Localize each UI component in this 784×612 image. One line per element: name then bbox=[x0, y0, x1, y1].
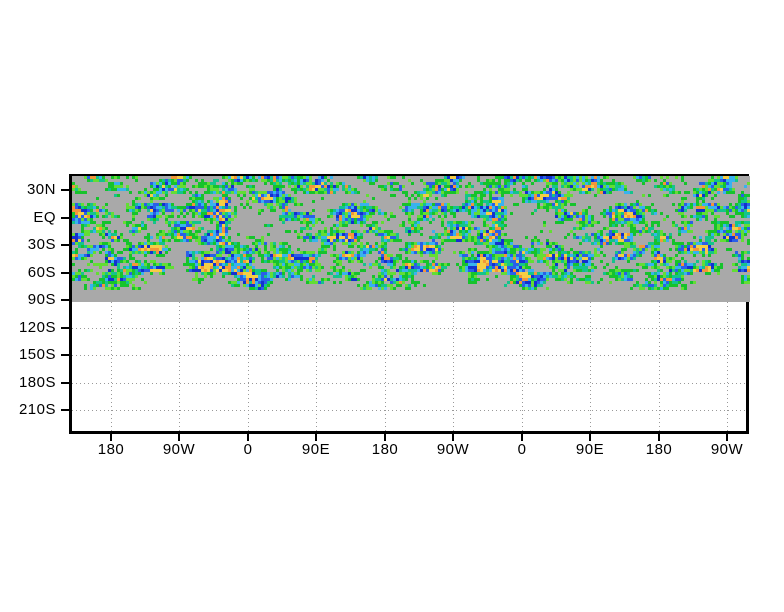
x-tick-mark bbox=[315, 434, 317, 441]
grads-figure: 30N EQ 30S 60S 90S 120S 150S 180S 210S 180 90W 0 90… bbox=[0, 0, 784, 612]
gridline-v bbox=[179, 302, 180, 431]
y-tick-mark bbox=[61, 272, 69, 274]
gridline-v bbox=[316, 302, 317, 431]
y-tick-label: EQ bbox=[33, 209, 56, 226]
gridline-v bbox=[248, 302, 249, 431]
shaded-field-canvas bbox=[72, 176, 750, 302]
x-tick-label: 180 bbox=[645, 441, 673, 458]
x-tick-label: 90W bbox=[162, 441, 196, 458]
x-tick-label: 0 bbox=[243, 441, 253, 458]
y-tick-label: 210S bbox=[18, 401, 56, 418]
gridline-h bbox=[72, 383, 746, 384]
gridline-h bbox=[72, 355, 746, 356]
y-tick-mark bbox=[61, 409, 69, 411]
x-tick-mark bbox=[521, 434, 523, 441]
y-tick-mark bbox=[61, 189, 69, 191]
y-tick-label: 120S bbox=[18, 319, 56, 336]
x-tick-label: 90W bbox=[436, 441, 470, 458]
y-tick-mark bbox=[61, 354, 69, 356]
x-tick-label: 90E bbox=[301, 441, 331, 458]
x-tick-mark bbox=[110, 434, 112, 441]
gridline-v bbox=[727, 302, 728, 431]
x-tick-mark bbox=[384, 434, 386, 441]
gridline-v bbox=[453, 302, 454, 431]
x-tick-label: 0 bbox=[517, 441, 527, 458]
x-tick-label: 90W bbox=[710, 441, 744, 458]
x-tick-mark bbox=[658, 434, 660, 441]
y-tick-mark bbox=[61, 244, 69, 246]
y-tick-label: 30S bbox=[27, 236, 56, 253]
x-tick-label: 180 bbox=[97, 441, 125, 458]
y-tick-mark bbox=[61, 299, 69, 301]
gridline-v bbox=[522, 302, 523, 431]
y-tick-label: 90S bbox=[27, 291, 56, 308]
gridline-v bbox=[111, 302, 112, 431]
gridline-v bbox=[385, 302, 386, 431]
y-tick-mark bbox=[61, 327, 69, 329]
x-tick-label: 90E bbox=[575, 441, 605, 458]
y-tick-label: 30N bbox=[26, 181, 56, 198]
y-tick-mark bbox=[61, 217, 69, 219]
y-tick-mark bbox=[61, 382, 69, 384]
x-tick-mark bbox=[178, 434, 180, 441]
y-tick-label: 150S bbox=[18, 346, 56, 363]
gridline-h bbox=[72, 410, 746, 411]
x-tick-mark bbox=[247, 434, 249, 441]
gridline-v bbox=[659, 302, 660, 431]
x-tick-mark bbox=[452, 434, 454, 441]
y-tick-label: 180S bbox=[18, 374, 56, 391]
gridline-v bbox=[590, 302, 591, 431]
y-tick-label: 60S bbox=[27, 264, 56, 281]
x-tick-mark bbox=[589, 434, 591, 441]
x-tick-mark bbox=[726, 434, 728, 441]
gridline-h bbox=[72, 328, 746, 329]
x-tick-label: 180 bbox=[371, 441, 399, 458]
